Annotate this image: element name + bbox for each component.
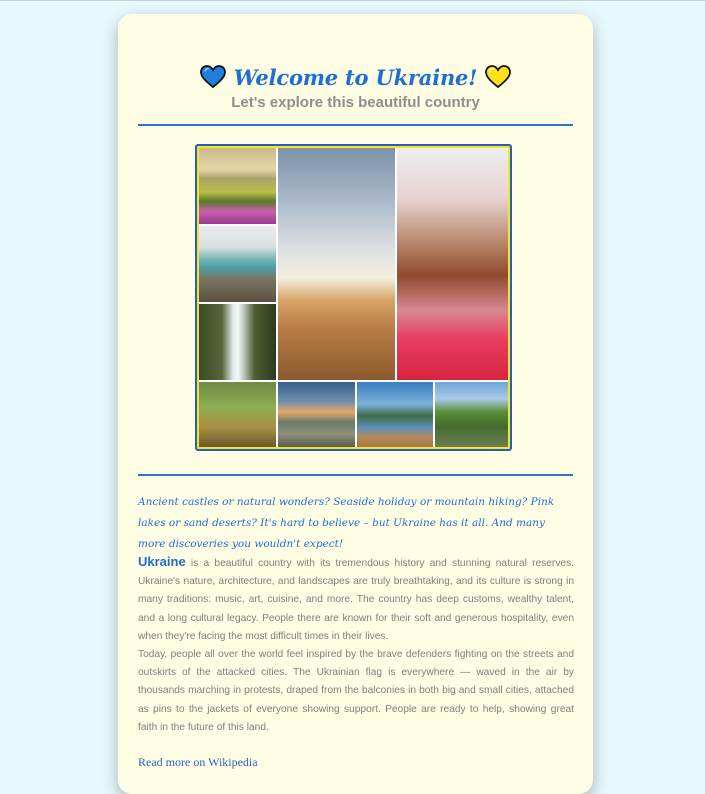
yellow-heart-icon [485, 65, 512, 89]
green-cliff-photo [435, 382, 508, 447]
paragraph-1-text: is a beautiful country with its tremendo… [138, 558, 574, 642]
mountain-lake-photo [357, 382, 433, 447]
paragraph-2: Today, people all over the world feel in… [138, 649, 574, 733]
page-title: Welcome to Ukraine! [233, 64, 478, 90]
blue-heart-icon [199, 65, 226, 89]
mountain-meadow-photo [199, 148, 276, 224]
pink-lake-photo [397, 148, 508, 380]
lead-word: Ukraine [138, 554, 186, 569]
divider-bottom [138, 474, 573, 476]
waterfall-photo [199, 304, 276, 380]
photo-collage [195, 144, 512, 451]
main-card: Welcome to Ukraine! Let's explore this b… [118, 14, 593, 794]
page-subtitle: Let's explore this beautiful country [231, 94, 480, 111]
intro-text: Ancient castles or natural wonders? Seas… [138, 496, 555, 550]
collage-grid [199, 148, 508, 447]
desert-dunes-photo [278, 148, 395, 380]
divider-top [138, 124, 573, 126]
deer-in-forest-photo [199, 382, 276, 447]
paragraph-1: Ukraine is a beautiful country with its … [138, 553, 574, 646]
article-body: Ukraine is a beautiful country with its … [138, 553, 574, 737]
title-row: Welcome to Ukraine! [118, 60, 593, 94]
river-canyon-photo [278, 382, 355, 447]
seaside-coast-photo [199, 226, 276, 302]
top-border-line [0, 0, 705, 1]
